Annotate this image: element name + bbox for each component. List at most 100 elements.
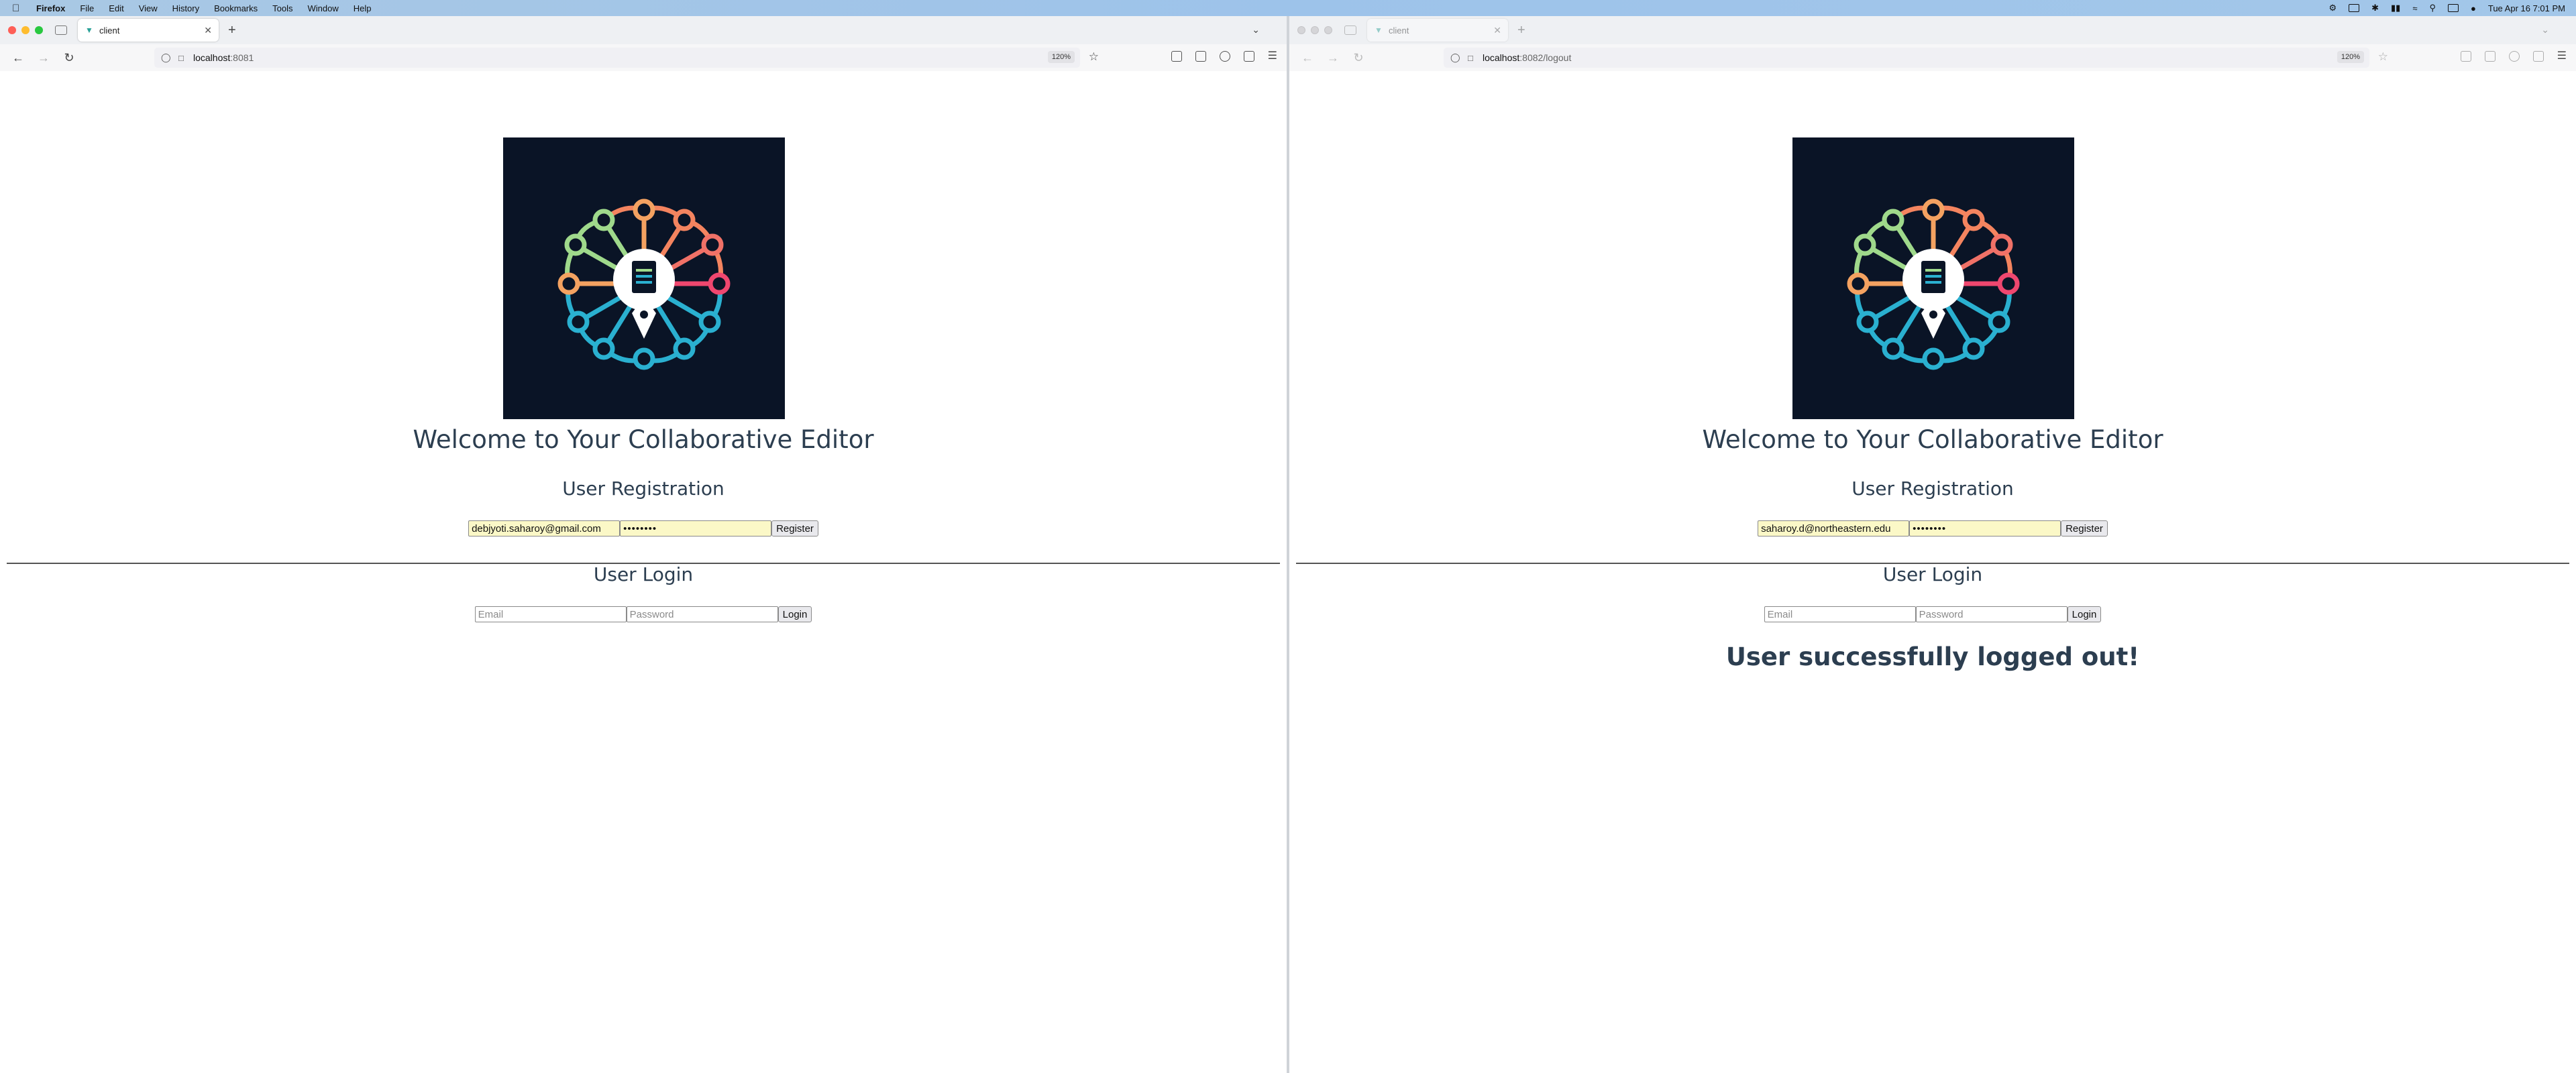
status-menus: ⚙ ✱ ▮▮ ≈ ⚲ ● Tue Apr 16 7:01 PM	[2328, 0, 2565, 16]
battery-icon[interactable]: ▮▮	[2391, 3, 2400, 13]
tracking-shield-icon[interactable]: ◯	[161, 52, 172, 63]
spotlight-search-icon[interactable]: ⚲	[2429, 3, 2436, 13]
bluetooth-icon[interactable]: ✱	[2371, 3, 2379, 13]
collaborative-editor-logo	[1792, 137, 2074, 419]
browser-window-left: ▼ client ✕ + ⌄ ← → ↻ ◯ □ localhost:8081 …	[0, 16, 1287, 1073]
tab-strip: ▼ client ✕ + ⌄	[1289, 16, 2576, 44]
pocket-icon[interactable]	[1171, 51, 1182, 62]
downloads-icon[interactable]	[2484, 51, 2496, 62]
menu-view[interactable]: View	[139, 3, 158, 13]
register-password-input[interactable]: ••••••••	[1909, 520, 2061, 536]
firefox-view-icon[interactable]	[1344, 25, 1356, 35]
url-host: localhost	[1483, 52, 1520, 63]
tab-title: client	[1389, 25, 1409, 36]
menu-help[interactable]: Help	[354, 3, 372, 13]
login-title: User Login	[593, 563, 694, 585]
hamburger-menu-icon[interactable]: ☰	[1268, 51, 1277, 62]
page-info-icon[interactable]: □	[178, 53, 189, 63]
vue-favicon-icon: ▼	[1375, 25, 1383, 35]
register-button[interactable]: Register	[2061, 520, 2108, 536]
extensions-icon[interactable]	[1243, 51, 1254, 62]
close-tab-icon[interactable]: ✕	[1493, 25, 1501, 36]
menu-bookmarks[interactable]: Bookmarks	[214, 3, 258, 13]
page-content: Welcome to Your Collaborative Editor Use…	[0, 71, 1287, 1073]
close-window-button[interactable]	[1297, 26, 1305, 34]
macos-menu-bar:  Firefox File Edit View History Bookmar…	[0, 0, 2576, 16]
tab-client[interactable]: ▼ client ✕	[78, 19, 219, 42]
toolbar-icons: ☰	[2460, 51, 2567, 62]
tab-client[interactable]: ▼ client ✕	[1367, 19, 1508, 42]
bookmark-star-icon[interactable]: ☆	[2378, 50, 2388, 64]
wifi-icon[interactable]: ≈	[2412, 3, 2417, 13]
login-email-input[interactable]: Email	[474, 606, 627, 622]
reload-icon[interactable]: ↻	[62, 51, 76, 65]
tab-title: client	[99, 25, 120, 36]
pocket-icon[interactable]	[2460, 51, 2471, 62]
apple-menu-icon[interactable]: 	[12, 3, 23, 14]
zoom-level-badge[interactable]: 120%	[1047, 51, 1075, 63]
login-password-input[interactable]: Password	[1915, 606, 2068, 622]
vue-favicon-icon: ▼	[85, 25, 93, 35]
menu-window[interactable]: Window	[308, 3, 339, 13]
url-bar[interactable]: ◯ □ localhost:8082/logout 120% ☆	[1444, 48, 2388, 68]
minimize-window-button[interactable]	[21, 26, 30, 34]
downloads-icon[interactable]	[1195, 51, 1206, 62]
register-email-input[interactable]: saharoy.d@northeastern.edu	[1758, 520, 1910, 536]
menu-edit[interactable]: Edit	[109, 3, 123, 13]
register-password-input[interactable]: ••••••••	[620, 520, 772, 536]
register-email-input[interactable]: debjyoti.saharoy@gmail.com	[468, 520, 621, 536]
hamburger-menu-icon[interactable]: ☰	[2557, 51, 2567, 62]
url-host: localhost	[193, 52, 231, 63]
navigation-toolbar: ← → ↻ ◯ □ localhost:8082/logout 120% ☆ ☰	[1289, 44, 2576, 72]
url-path: :8082/logout	[1519, 52, 1572, 63]
forward-icon[interactable]: →	[1326, 51, 1340, 65]
login-form: Email Password Login	[1289, 606, 2576, 622]
page-heading: Welcome to Your Collaborative Editor	[413, 425, 874, 454]
menu-app-firefox[interactable]: Firefox	[36, 3, 65, 13]
new-tab-button[interactable]: +	[228, 23, 236, 38]
list-all-tabs-icon[interactable]: ⌄	[2541, 24, 2549, 36]
close-tab-icon[interactable]: ✕	[204, 25, 212, 36]
close-window-button[interactable]	[8, 26, 16, 34]
forward-icon[interactable]: →	[36, 51, 51, 65]
url-path: :8081	[230, 52, 254, 63]
minimize-window-button[interactable]	[1311, 26, 1319, 34]
url-bar[interactable]: ◯ □ localhost:8081 120% ☆	[154, 48, 1099, 68]
reload-icon[interactable]: ↻	[1351, 51, 1366, 65]
menu-tools[interactable]: Tools	[272, 3, 292, 13]
account-icon[interactable]	[1219, 51, 1230, 62]
menu-clock[interactable]: Tue Apr 16 7:01 PM	[2488, 3, 2565, 13]
control-center-icon[interactable]	[2448, 4, 2459, 12]
new-tab-button[interactable]: +	[1517, 23, 1525, 38]
display-icon[interactable]	[2349, 4, 2360, 12]
tab-strip: ▼ client ✕ + ⌄	[0, 16, 1287, 44]
navigation-toolbar: ← → ↻ ◯ □ localhost:8081 120% ☆ ☰	[0, 44, 1287, 72]
window-controls	[8, 26, 43, 34]
login-button[interactable]: Login	[2067, 606, 2102, 622]
login-password-input[interactable]: Password	[626, 606, 778, 622]
registration-form: debjyoti.saharoy@gmail.com •••••••• Regi…	[0, 520, 1287, 536]
logout-status-message: User successfully logged out!	[1725, 642, 2140, 671]
login-email-input[interactable]: Email	[1764, 606, 1916, 622]
zoom-window-button[interactable]	[35, 26, 43, 34]
siri-icon[interactable]: ●	[2471, 3, 2476, 13]
menu-file[interactable]: File	[80, 3, 94, 13]
list-all-tabs-icon[interactable]: ⌄	[1252, 24, 1260, 36]
tracking-shield-icon[interactable]: ◯	[1450, 52, 1461, 63]
menu-history[interactable]: History	[172, 3, 199, 13]
registration-form: saharoy.d@northeastern.edu •••••••• Regi…	[1289, 520, 2576, 536]
login-button[interactable]: Login	[777, 606, 812, 622]
page-info-icon[interactable]: □	[1468, 53, 1479, 63]
zoom-window-button[interactable]	[1324, 26, 1332, 34]
zoom-level-badge[interactable]: 120%	[2337, 51, 2364, 63]
vpn-icon[interactable]: ⚙	[2328, 3, 2337, 13]
back-icon[interactable]: ←	[11, 51, 25, 65]
extensions-icon[interactable]	[2532, 51, 2544, 62]
page-content: Welcome to Your Collaborative Editor Use…	[1289, 71, 2576, 1073]
account-icon[interactable]	[2508, 51, 2520, 62]
back-icon[interactable]: ←	[1300, 51, 1315, 65]
register-button[interactable]: Register	[771, 520, 818, 536]
firefox-view-icon[interactable]	[55, 25, 67, 35]
login-form: Email Password Login	[0, 606, 1287, 622]
bookmark-star-icon[interactable]: ☆	[1089, 50, 1099, 64]
